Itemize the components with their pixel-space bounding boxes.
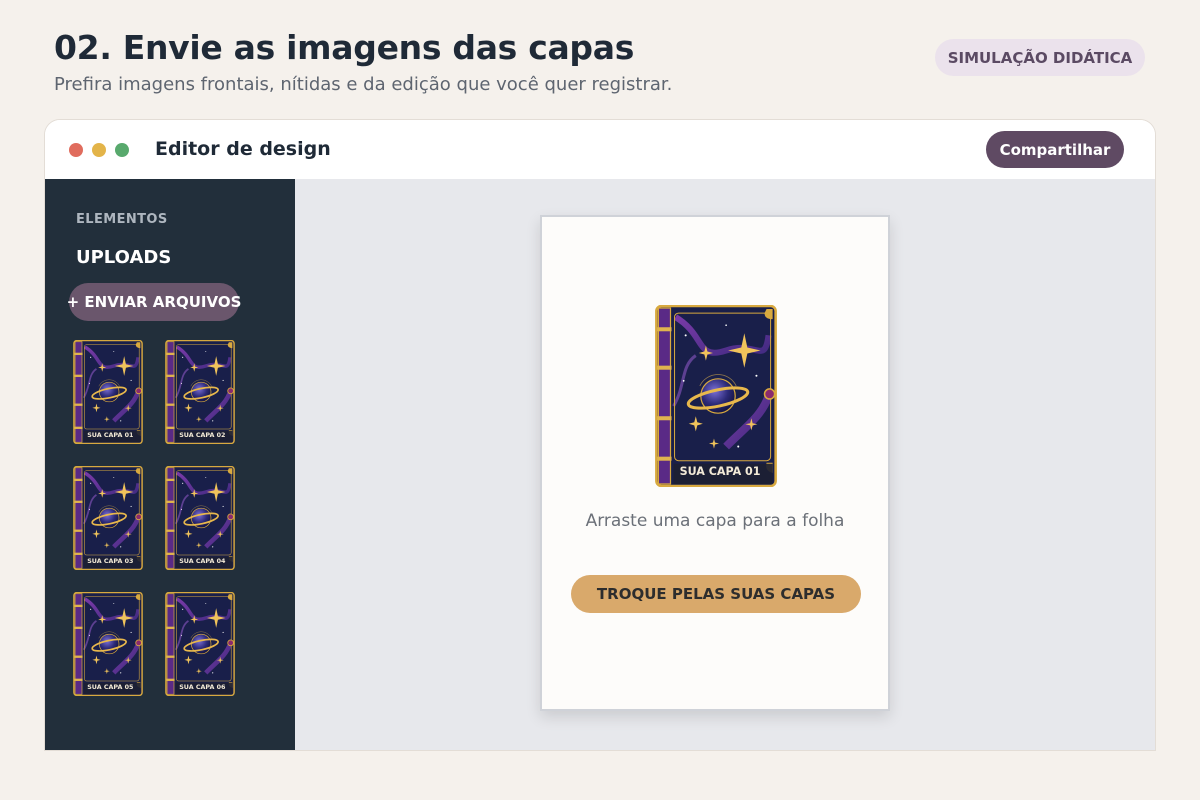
cover-thumbnail[interactable]: SUA CAPA 02	[165, 340, 235, 444]
window-titlebar: Editor de design Compartilhar	[45, 120, 1155, 179]
cover-book-image: SUA CAPA 03	[73, 466, 143, 570]
design-editor-window: Editor de design Compartilhar ELEMENTOS …	[44, 119, 1156, 751]
placed-cover[interactable]: SUA CAPA 01	[655, 305, 777, 487]
page-title: 02. Envie as imagens das capas	[54, 28, 635, 67]
cover-thumbnail[interactable]: SUA CAPA 06	[165, 592, 235, 696]
canvas-area[interactable]: SUA CAPA 01 Arraste uma capa para a folh…	[295, 179, 1155, 750]
page-subtitle: Prefira imagens frontais, nítidas e da e…	[54, 74, 673, 95]
cover-thumbnail[interactable]: SUA CAPA 03	[73, 466, 143, 570]
swap-covers-button[interactable]: TROQUE PELAS SUAS CAPAS	[571, 575, 861, 613]
cover-label: SUA CAPA 03	[87, 558, 133, 565]
sidebar: ELEMENTOS UPLOADS + ENVIAR ARQUIVOS SUA …	[45, 179, 295, 750]
cover-thumbnail[interactable]: SUA CAPA 05	[73, 592, 143, 696]
placed-cover-label: SUA CAPA 01	[680, 465, 761, 478]
cover-label: SUA CAPA 04	[179, 558, 226, 565]
design-sheet[interactable]: SUA CAPA 01 Arraste uma capa para a folh…	[540, 215, 890, 711]
simulation-badge: SIMULAÇÃO DIDÁTICA	[935, 39, 1145, 76]
cover-thumbnail[interactable]: SUA CAPA 01	[73, 340, 143, 444]
close-window-dot[interactable]	[69, 143, 83, 157]
cover-label: SUA CAPA 02	[179, 432, 225, 439]
cover-book-image: SUA CAPA 01	[73, 340, 143, 444]
cover-book-image: SUA CAPA 04	[165, 466, 235, 570]
sidebar-section-elements[interactable]: ELEMENTOS	[76, 212, 168, 227]
window-title: Editor de design	[155, 138, 331, 160]
maximize-window-dot[interactable]	[115, 143, 129, 157]
placed-cover-image: SUA CAPA 01	[655, 305, 777, 487]
cover-label: SUA CAPA 05	[87, 684, 133, 691]
cover-book-image: SUA CAPA 06	[165, 592, 235, 696]
upload-files-button[interactable]: + ENVIAR ARQUIVOS	[67, 283, 241, 321]
cover-book-image: SUA CAPA 05	[73, 592, 143, 696]
drag-hint: Arraste uma capa para a folha	[585, 511, 845, 531]
cover-thumbnail[interactable]: SUA CAPA 04	[165, 466, 235, 570]
minimize-window-dot[interactable]	[92, 143, 106, 157]
cover-book-image: SUA CAPA 02	[165, 340, 235, 444]
cover-label: SUA CAPA 06	[179, 684, 226, 691]
share-button[interactable]: Compartilhar	[986, 131, 1124, 168]
cover-label: SUA CAPA 01	[87, 432, 133, 439]
sidebar-section-uploads[interactable]: UPLOADS	[76, 247, 171, 268]
